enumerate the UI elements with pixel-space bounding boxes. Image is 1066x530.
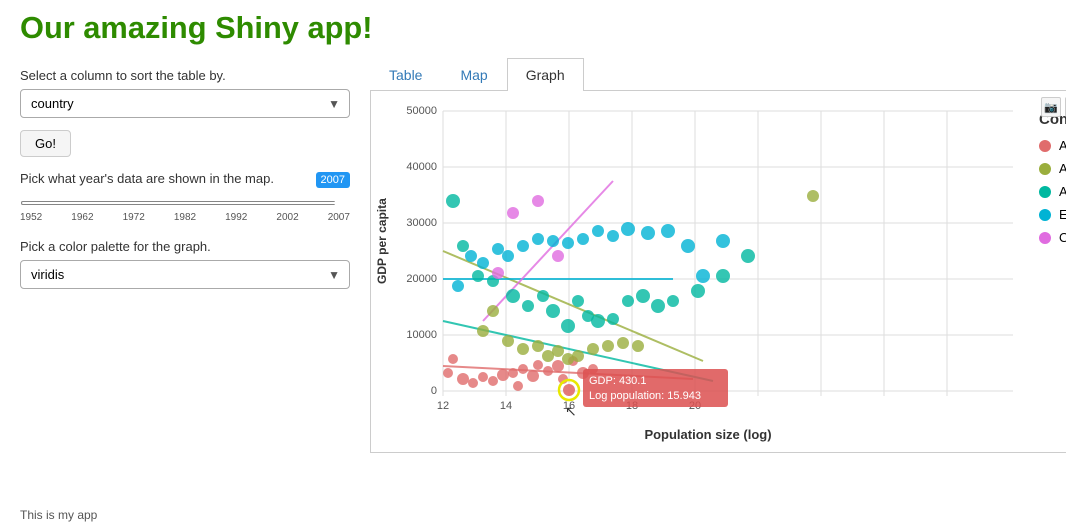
scatter-plot: 0 10000 20000 30000 40000 50000 12 14 16… — [393, 101, 1023, 421]
app-title: Our amazing Shiny app! — [20, 10, 1046, 46]
legend-item-oceania: Oceania — [1039, 230, 1066, 245]
year-slider-section: Pick what year's data are shown in the m… — [20, 171, 350, 223]
svg-text:0: 0 — [431, 385, 437, 397]
legend-label-europe: Europe — [1059, 207, 1066, 222]
tab-map[interactable]: Map — [441, 58, 506, 91]
sort-label: Select a column to sort the table by. — [20, 68, 350, 83]
sort-select-wrapper: country pop lifeExp gdpPercap year conti… — [20, 89, 350, 118]
slider-wrapper: 2007 — [20, 192, 350, 208]
svg-text:40000: 40000 — [406, 161, 437, 173]
tab-bar: Table Map Graph — [370, 58, 1066, 91]
legend-dot-africa — [1039, 140, 1051, 152]
color-palette-section: Pick a color palette for the graph. viri… — [20, 239, 350, 289]
color-select-wrapper: viridis magma plasma inferno ▼ — [20, 260, 350, 289]
svg-text:10000: 10000 — [406, 329, 437, 341]
svg-text:20000: 20000 — [406, 273, 437, 285]
year-value-box: 2007 — [316, 172, 350, 188]
legend-dot-europe — [1039, 209, 1051, 221]
year-label: Pick what year's data are shown in the m… — [20, 171, 350, 186]
x-axis-label: Population size (log) — [393, 427, 1023, 442]
legend-item-asia: Asia — [1039, 184, 1066, 199]
legend-dot-asia — [1039, 186, 1051, 198]
svg-text:12: 12 — [437, 400, 449, 412]
color-label: Pick a color palette for the graph. — [20, 239, 350, 254]
legend-label-asia: Asia — [1059, 184, 1066, 199]
tab-graph[interactable]: Graph — [507, 58, 584, 91]
tab-table[interactable]: Table — [370, 58, 441, 91]
go-button[interactable]: Go! — [20, 130, 71, 157]
legend-item-americas: Americas — [1039, 161, 1066, 176]
svg-text:GDP: 430.1: GDP: 430.1 — [589, 375, 646, 387]
chart-toolbar: 📷 ⊞ — – ▦ — [1041, 97, 1066, 117]
svg-text:30000: 30000 — [406, 217, 437, 229]
legend-dot-oceania — [1039, 232, 1051, 244]
svg-text:Log population: 15.943: Log population: 15.943 — [589, 390, 701, 402]
chart-area: 📷 ⊞ — – ▦ GDP per capita — [370, 91, 1066, 453]
legend-item-europe: Europe — [1039, 207, 1066, 222]
sidebar: Select a column to sort the table by. co… — [20, 58, 350, 453]
color-select[interactable]: viridis magma plasma inferno — [20, 260, 350, 289]
svg-text:50000: 50000 — [406, 105, 437, 117]
legend-item-africa: Africa — [1039, 138, 1066, 153]
sort-select[interactable]: country pop lifeExp gdpPercap year conti… — [20, 89, 350, 118]
svg-text:↖: ↖ — [565, 403, 577, 419]
svg-text:14: 14 — [500, 400, 512, 412]
main-content: Table Map Graph 📷 ⊞ — – ▦ GDP per capita — [370, 58, 1066, 453]
app-footer: This is my app — [20, 508, 97, 522]
chart-container: GDP per capita — [371, 101, 1066, 442]
legend-label-americas: Americas — [1059, 161, 1066, 176]
y-axis-label: GDP per capita — [371, 101, 393, 381]
plot-area: 0 10000 20000 30000 40000 50000 12 14 16… — [393, 101, 1023, 442]
legend-label-africa: Africa — [1059, 138, 1066, 153]
legend-dot-americas — [1039, 163, 1051, 175]
year-slider[interactable] — [20, 201, 350, 205]
camera-icon[interactable]: 📷 — [1041, 97, 1061, 117]
year-tick-labels: 1952 1962 1972 1982 1992 2002 2007 — [20, 212, 350, 223]
legend-label-oceania: Oceania — [1059, 230, 1066, 245]
chart-legend: Continent Africa Americas Asia — [1023, 101, 1066, 263]
